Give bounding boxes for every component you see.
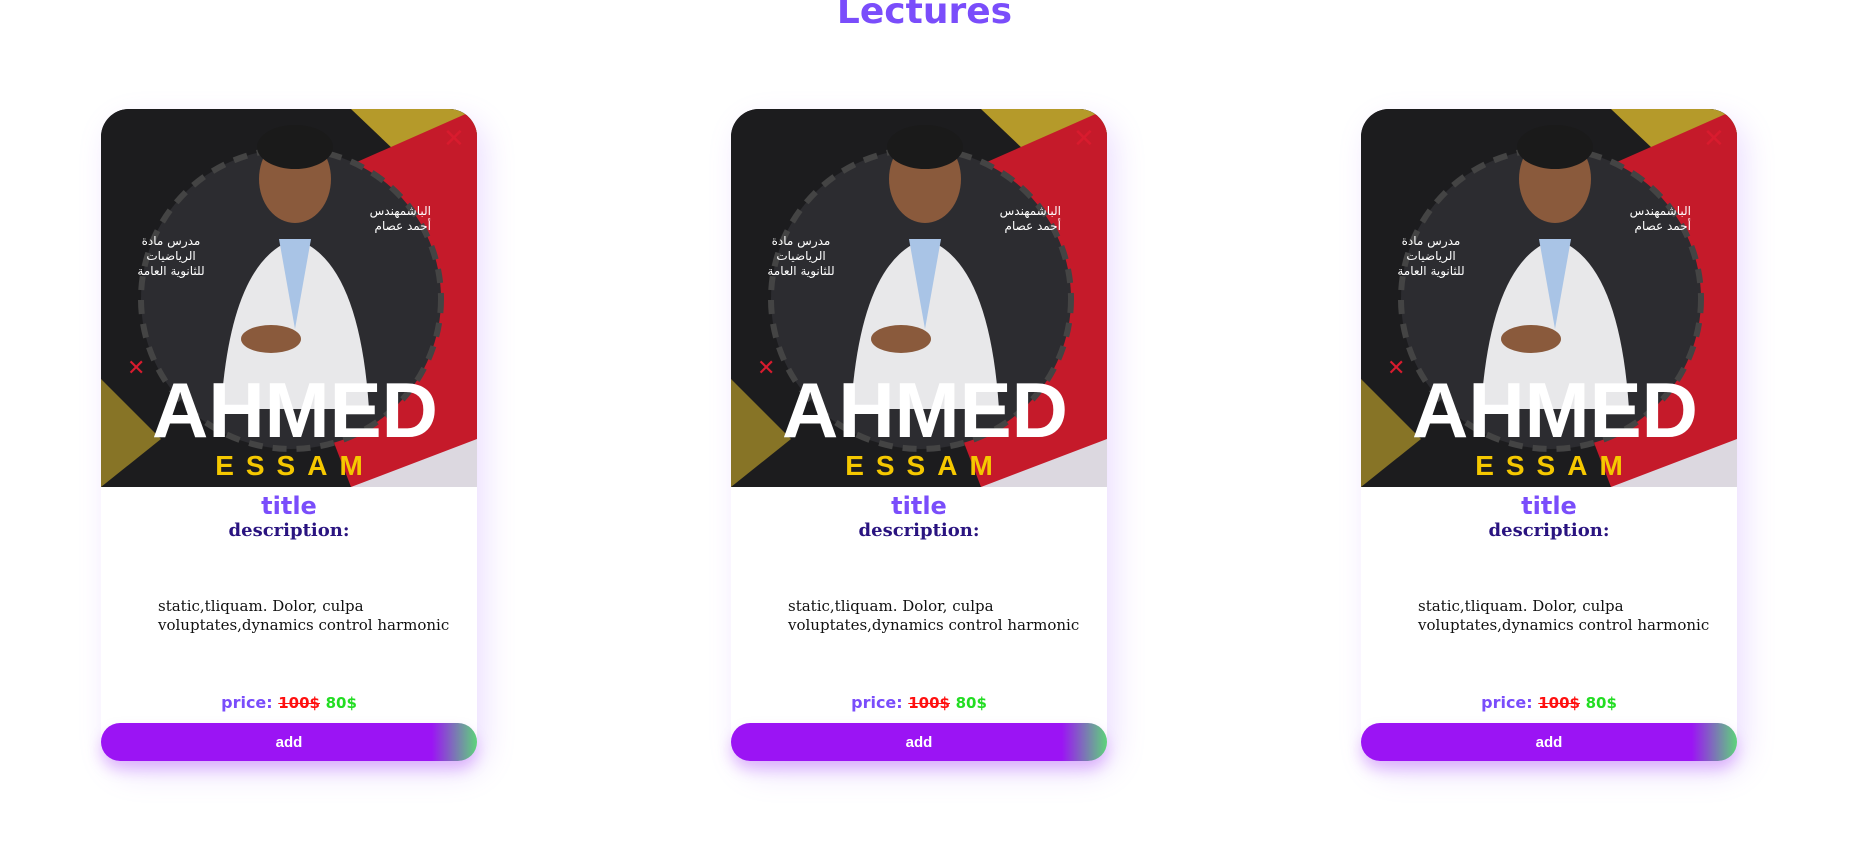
thumbnail-name-last: ESSAM <box>1475 450 1635 481</box>
price-label: price: <box>1481 693 1533 712</box>
new-price: 80$ <box>955 694 987 712</box>
close-mark-icon: ✕ <box>1073 124 1095 154</box>
thumbnail-arabic-subject-3: للثانوية العامة <box>1397 264 1464 279</box>
thumbnail-name-last: ESSAM <box>845 450 1005 481</box>
price-line: price: 100$ 80$ <box>101 693 477 713</box>
thumbnail-name-first: AHMED <box>782 366 1068 454</box>
card-title: title <box>261 492 317 520</box>
lecture-card: ✕ ✕ AHMED ESSAM الباشمهندس أحمد عصام مدر… <box>101 109 477 761</box>
thumbnail-name-first: AHMED <box>1412 366 1698 454</box>
close-mark-icon: ✕ <box>127 356 145 381</box>
description-label: description: <box>1488 520 1610 541</box>
description-text: static,tliquam. Dolor, culpa voluptates,… <box>788 597 1080 634</box>
new-price: 80$ <box>1585 694 1617 712</box>
close-mark-icon: ✕ <box>757 356 775 381</box>
price-label: price: <box>851 693 903 712</box>
add-button[interactable]: add <box>1361 723 1737 761</box>
lecture-thumbnail: ✕ ✕ AHMED ESSAM الباشمهندس أحمد عصام مدر… <box>1361 109 1737 487</box>
description-label: description: <box>858 520 980 541</box>
thumbnail-name-last: ESSAM <box>215 450 375 481</box>
thumbnail-arabic-subject-1: مدرس مادة <box>772 234 831 249</box>
thumbnail-arabic-name-1: الباشمهندس <box>1000 204 1061 219</box>
lecture-card: ✕ ✕ AHMED ESSAM الباشمهندس أحمد عصام مدر… <box>731 109 1107 761</box>
description-label: description: <box>228 520 350 541</box>
thumbnail-name-first: AHMED <box>152 366 438 454</box>
description-text: static,tliquam. Dolor, culpa voluptates,… <box>158 597 450 634</box>
card-title: title <box>891 492 947 520</box>
card-title: title <box>1521 492 1577 520</box>
old-price: 100$ <box>278 694 320 712</box>
thumbnail-arabic-subject-2: الرياضيات <box>146 249 195 264</box>
lecture-card: ✕ ✕ AHMED ESSAM الباشمهندس أحمد عصام مدر… <box>1361 109 1737 761</box>
close-mark-icon: ✕ <box>443 124 465 154</box>
thumbnail-arabic-name-1: الباشمهندس <box>1630 204 1691 219</box>
price-line: price: 100$ 80$ <box>1361 693 1737 713</box>
add-button[interactable]: add <box>101 723 477 761</box>
thumbnail-arabic-name-2: أحمد عصام <box>1005 218 1061 233</box>
thumbnail-arabic-subject-3: للثانوية العامة <box>767 264 834 279</box>
close-mark-icon: ✕ <box>1387 356 1405 381</box>
thumbnail-arabic-name-2: أحمد عصام <box>1635 218 1691 233</box>
thumbnail-arabic-subject-1: مدرس مادة <box>142 234 201 249</box>
add-button[interactable]: add <box>731 723 1107 761</box>
description-text: static,tliquam. Dolor, culpa voluptates,… <box>1418 597 1710 634</box>
old-price: 100$ <box>1538 694 1580 712</box>
thumbnail-arabic-name-2: أحمد عصام <box>375 218 431 233</box>
lecture-thumbnail: ✕ ✕ AHMED ESSAM الباشمهندس أحمد عصام مدر… <box>731 109 1107 487</box>
thumbnail-arabic-subject-2: الرياضيات <box>776 249 825 264</box>
price-label: price: <box>221 693 273 712</box>
old-price: 100$ <box>908 694 950 712</box>
close-mark-icon: ✕ <box>1703 124 1725 154</box>
lecture-thumbnail: ✕ ✕ AHMED ESSAM الباشمهندس أحمد عصام مدر… <box>101 109 477 487</box>
new-price: 80$ <box>325 694 357 712</box>
page-title: Lectures <box>836 0 1013 32</box>
thumbnail-arabic-subject-3: للثانوية العامة <box>137 264 204 279</box>
price-line: price: 100$ 80$ <box>731 693 1107 713</box>
thumbnail-arabic-subject-1: مدرس مادة <box>1402 234 1461 249</box>
thumbnail-arabic-subject-2: الرياضيات <box>1406 249 1455 264</box>
thumbnail-arabic-name-1: الباشمهندس <box>370 204 431 219</box>
